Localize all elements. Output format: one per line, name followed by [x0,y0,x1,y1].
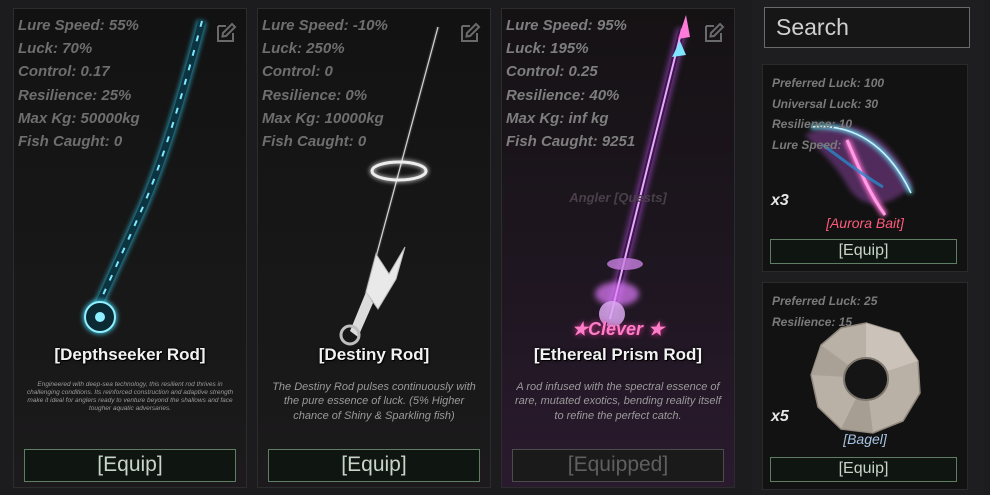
rod-card-depthseeker[interactable]: Lure Speed: 55% Luck: 70% Control: 0.17 … [13,8,247,488]
bait-name: [Aurora Bait] [826,215,904,231]
stat-lure-speed: Lure Speed: 95% [506,17,627,34]
equip-button[interactable]: [Equip] [770,239,957,264]
rod-description: Engineered with deep-sea technology, thi… [26,381,234,413]
rod-description: A rod infused with the spectral essence … [514,381,722,422]
stat-resilience: Resilience: 40% [506,86,620,104]
stat-universal-luck: Universal Luck: 30 [772,96,879,111]
bait-stats: Preferred Luck: 25 Resilience: 15 [772,291,877,332]
stat-luck: Luck: 70% [18,40,93,58]
bait-quantity: x3 [771,192,789,209]
stat-lure-speed: Lure Speed: [772,137,842,152]
rod-card-ethereal-prism[interactable]: Angler [Quests] Lure Speed: 95% Luck: 19… [501,8,735,488]
bait-card-bagel[interactable]: Preferred Luck: 25 Resilience: 15 x5 [Ba… [762,282,968,490]
stat-control: Control: 0.25 [506,63,598,81]
rod-name: [Depthseeker Rod] [54,345,206,364]
rod-description: The Destiny Rod pulses continuously with… [272,381,476,422]
rod-stats: Lure Speed: 95% Luck: 195% Control: 0.25… [506,14,635,153]
bait-panel: Search Preferred Luck: 100 Universal Luc… [752,0,984,495]
mutation-label: ★Clever ★ [571,319,665,339]
stat-preferred-luck: Preferred Luck: 25 [772,294,878,308]
rod-name: [Ethereal Prism Rod] [533,345,703,364]
npc-label: Angler [Quests] [569,190,667,205]
stat-resilience: Resilience: 0% [262,86,368,104]
rod-name: [Destiny Rod] [318,345,430,364]
stat-luck: Luck: 250% [262,40,345,58]
equipped-button[interactable]: [Equipped] [512,449,724,482]
stat-max-kg: Max Kg: 50000kg [18,109,140,127]
equip-button[interactable]: [Equip] [770,457,957,482]
stat-lure-speed: Lure Speed: 55% [18,17,139,34]
stat-max-kg: Max Kg: 10000kg [262,109,384,127]
rod-card-destiny[interactable]: Lure Speed: -10% Luck: 250% Control: 0 R… [257,8,491,488]
stat-fish-caught: Fish Caught: 0 [262,132,367,150]
stat-resilience: Resilience: 10 [772,117,853,131]
equip-button[interactable]: [Equip] [268,449,480,482]
stat-resilience: Resilience: 15 [772,314,853,329]
stat-resilience: Resilience: 25% [18,86,132,104]
bait-name: [Bagel] [843,431,887,447]
edit-icon[interactable] [458,21,482,45]
rod-stats: Lure Speed: -10% Luck: 250% Control: 0 R… [262,14,388,153]
stat-lure-speed: Lure Speed: -10% [262,17,388,34]
stat-control: Control: 0.17 [18,63,110,81]
bait-card-aurora[interactable]: Preferred Luck: 100 Universal Luck: 30 R… [762,64,968,272]
bait-stats: Preferred Luck: 100 Universal Luck: 30 R… [772,73,884,155]
stat-max-kg: Max Kg: inf kg [506,109,609,127]
stat-control: Control: 0 [262,63,333,81]
rod-stats: Lure Speed: 55% Luck: 70% Control: 0.17 … [18,14,140,153]
stat-fish-caught: Fish Caught: 9251 [506,132,636,150]
edit-icon[interactable] [702,21,726,45]
edit-icon[interactable] [214,21,238,45]
stat-luck: Luck: 195% [506,40,589,58]
search-input[interactable]: Search [764,7,970,48]
stat-fish-caught: Fish Caught: 0 [18,132,123,150]
equip-button[interactable]: [Equip] [24,449,236,482]
stat-preferred-luck: Preferred Luck: 100 [772,76,885,90]
bait-quantity: x5 [771,408,789,425]
